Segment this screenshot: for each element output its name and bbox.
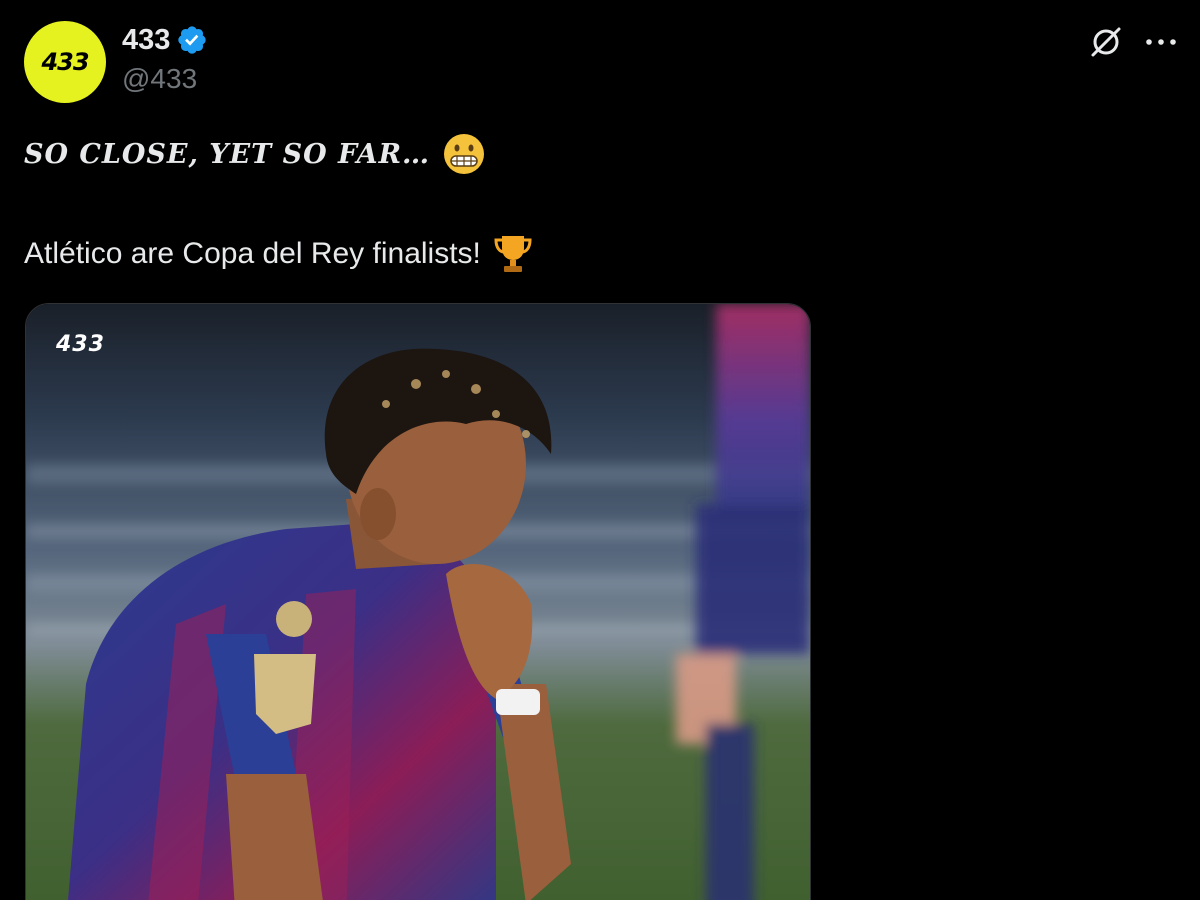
verified-badge-icon xyxy=(178,26,207,54)
avatar-logo: 433 xyxy=(41,48,89,76)
tweet-body: Atlético are Copa del Rey finalists! xyxy=(24,237,481,270)
avatar[interactable]: 433 xyxy=(24,21,106,103)
handle[interactable]: @433 xyxy=(122,62,208,96)
tweet-media-photo[interactable]: 433 xyxy=(25,303,811,900)
tweet-headline-row: SO CLOSE, YET SO FAR… xyxy=(24,132,486,176)
author-info: 433 @433 xyxy=(122,22,208,96)
trophy-emoji xyxy=(494,236,532,272)
tweet-body-row: Atlético are Copa del Rey finalists! xyxy=(24,232,535,276)
more-options-icon[interactable] xyxy=(1141,23,1181,61)
display-name[interactable]: 433 xyxy=(122,22,170,58)
grok-icon[interactable] xyxy=(1087,23,1125,61)
photo-illustration xyxy=(26,304,810,900)
tweet: 433 433 @433 SO CLOSE, YET SO FAR… Atlét… xyxy=(0,0,1200,900)
tweet-headline: SO CLOSE, YET SO FAR… xyxy=(24,138,431,170)
media-watermark: 433 xyxy=(56,332,105,357)
grimacing-face-emoji xyxy=(444,134,485,174)
display-name-row: 433 xyxy=(122,22,208,58)
